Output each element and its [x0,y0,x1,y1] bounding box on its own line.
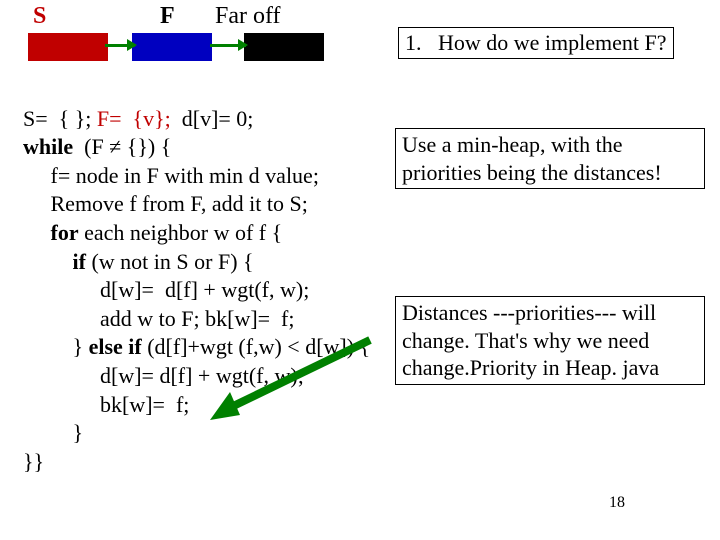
set-S-box [28,33,108,61]
note-box: Distances ---priorities--- will change. … [395,296,705,385]
legend-F: F [160,3,175,30]
legend-Far: Far off [215,3,281,30]
algo-l1b: F= {v}; [97,106,171,131]
algo-l9c: (d[f]+wgt (f,w) < d[w]) { [142,334,370,359]
algo-l9b: else if [89,334,142,359]
algo-l8: add w to F; bk[w]= f; [23,306,295,331]
algo-l4: Remove f from F, add it to S; [23,191,308,216]
algo-l5b: each neighbor w of f { [79,220,283,245]
page-number: 18 [609,494,625,512]
answer-box: Use a min-heap, with the priorities bein… [395,128,705,189]
algo-l2a: while [23,134,73,159]
algo-l12: } [23,420,83,445]
algo-l6b: (w not in S or F) { [86,249,254,274]
arrow-F-to-Far [210,44,246,47]
algo-l9a: } [23,334,89,359]
algo-l1c: d[v]= 0; [171,106,254,131]
algo-l3: f= node in F with min d value; [23,163,319,188]
algo-l10: d[w]= d[f] + wgt(f, w); [23,363,304,388]
arrow-S-to-F [105,44,135,47]
algorithm-pseudocode: S= { }; F= {v}; d[v]= 0; while (F ≠ {}) … [23,76,370,476]
set-Far-box [244,33,324,61]
algo-l5a: for [23,220,79,245]
algo-l1a: S= { }; [23,106,97,131]
algo-l6a: if [23,249,86,274]
legend-S: S [33,3,46,30]
algo-l11: bk[w]= f; [23,392,189,417]
question-box: 1. How do we implement F? [398,27,674,59]
set-F-box [132,33,212,61]
algo-l7: d[w]= d[f] + wgt(f, w); [23,277,309,302]
algo-l13: }} [23,449,44,474]
algo-l2b: (F ≠ {}) { [73,134,171,159]
